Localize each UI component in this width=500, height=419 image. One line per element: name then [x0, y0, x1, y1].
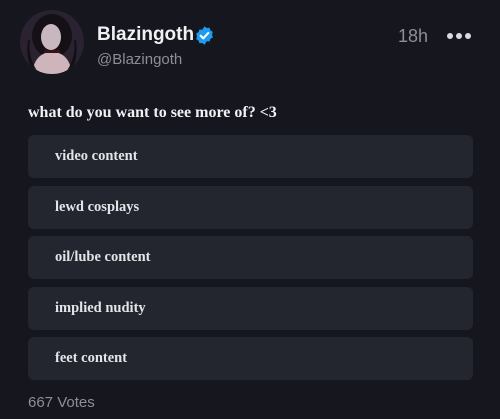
poll-option[interactable]: feet content [28, 337, 473, 380]
avatar[interactable] [20, 10, 84, 74]
poll-option-label: oil/lube content [55, 249, 151, 265]
post-text: what do you want to see more of? <3 [28, 104, 277, 121]
poll-option[interactable]: lewd cosplays [28, 185, 473, 229]
more-options-icon[interactable] [447, 31, 471, 41]
post-timestamp[interactable]: 18h [398, 24, 428, 48]
verified-badge-icon [196, 26, 213, 45]
poll-option-label: implied nudity [55, 299, 146, 316]
poll-option[interactable]: implied nudity [28, 286, 473, 330]
poll-vote-count: 667 Votes [28, 394, 95, 411]
poll-options: video content lewd cosplays oil/lube con… [28, 135, 473, 388]
post-card: Blazingoth @Blazingoth 18h what do you w… [0, 0, 500, 419]
poll-option[interactable]: video content [28, 135, 473, 178]
user-handle[interactable]: @Blazingoth [97, 50, 182, 70]
poll-option-label: feet content [55, 350, 128, 366]
poll-option[interactable]: oil/lube content [28, 236, 473, 279]
poll-option-label: video content [55, 148, 138, 164]
display-name[interactable]: Blazingoth [97, 22, 194, 48]
poll-option-label: lewd cosplays [55, 198, 140, 215]
